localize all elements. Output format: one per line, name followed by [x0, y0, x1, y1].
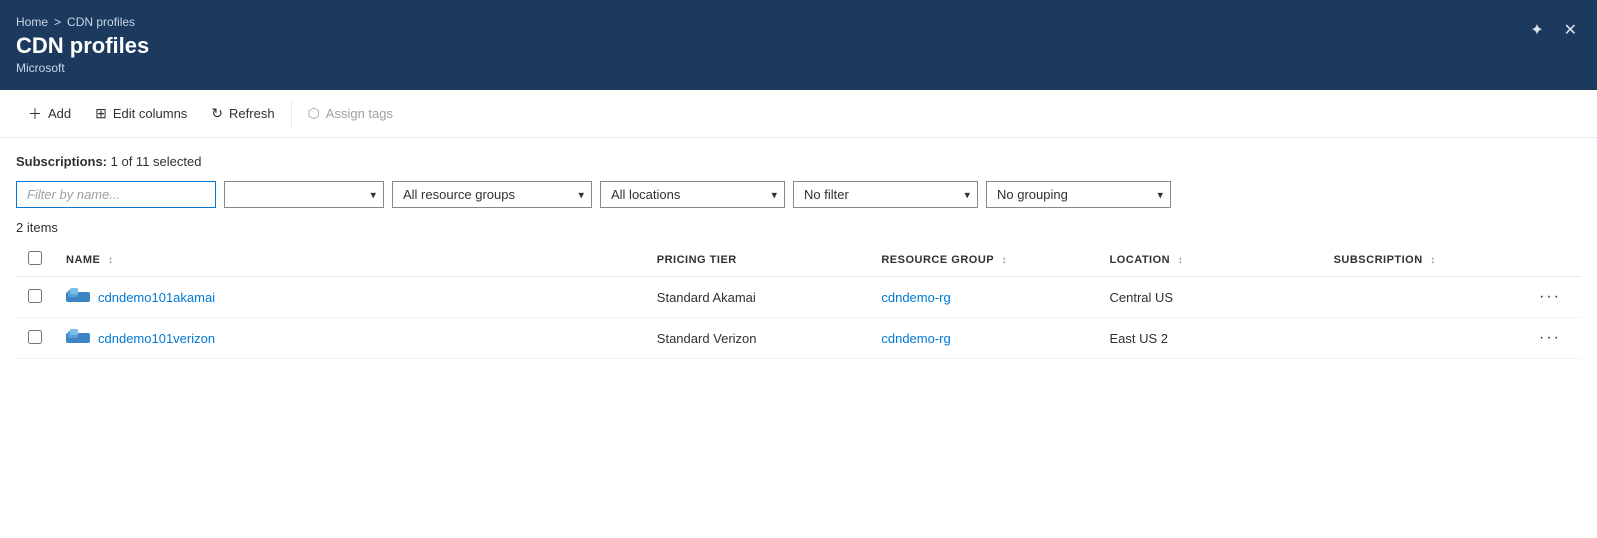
- row-rg-cell-1: cdndemo-rg: [869, 318, 1097, 359]
- row-pricing-cell-1: Standard Verizon: [645, 318, 870, 359]
- row-more-button-0[interactable]: ···: [1531, 287, 1569, 307]
- no-filter-wrapper: No filter ▾: [793, 181, 978, 208]
- no-grouping-wrapper: No grouping ▾: [986, 181, 1171, 208]
- table-header-row: NAME ↕ PRICING TIER RESOURCE GROUP ↕ LOC…: [16, 243, 1581, 277]
- rg-sort-icon[interactable]: ↕: [1001, 255, 1007, 266]
- main-content: Subscriptions: 1 of 11 selected ▾ All re…: [0, 138, 1597, 538]
- cdn-profiles-table: NAME ↕ PRICING TIER RESOURCE GROUP ↕ LOC…: [16, 243, 1581, 359]
- refresh-icon: ↻: [211, 105, 223, 122]
- row-checkbox-cell-0: [16, 277, 54, 318]
- row-more-cell-1: ···: [1519, 318, 1581, 359]
- row-name-link-1[interactable]: cdndemo101verizon: [98, 331, 215, 346]
- row-name-cell-1: cdndemo101verizon: [54, 318, 645, 359]
- subscriptions-value: 1 of 11 selected: [111, 154, 202, 169]
- subscription-filter[interactable]: [224, 181, 384, 208]
- items-count: 2 items: [16, 220, 1581, 235]
- page-header: Home > CDN profiles CDN profiles Microso…: [0, 0, 1597, 90]
- assign-tags-label: Assign tags: [326, 106, 393, 121]
- toolbar-separator: [291, 100, 292, 128]
- breadcrumb-separator: >: [54, 15, 61, 29]
- col-header-name: NAME ↕: [54, 243, 645, 277]
- breadcrumb-current: CDN profiles: [67, 15, 135, 29]
- row-checkbox-cell-1: [16, 318, 54, 359]
- cdn-icon-1: [66, 329, 90, 347]
- col-header-more: [1519, 243, 1581, 277]
- table-row: cdndemo101verizon Standard Verizon cdnde…: [16, 318, 1581, 359]
- subscriptions-info: Subscriptions: 1 of 11 selected: [16, 154, 1581, 169]
- tag-icon: ⬡: [308, 105, 320, 122]
- row-subscription-cell-1: [1322, 318, 1519, 359]
- select-all-cell: [16, 243, 54, 277]
- edit-columns-button[interactable]: ⊞ Edit columns: [83, 99, 199, 128]
- sub-sort-icon[interactable]: ↕: [1430, 255, 1436, 266]
- filter-by-name-input[interactable]: [16, 181, 216, 208]
- col-header-subscription: SUBSCRIPTION ↕: [1322, 243, 1519, 277]
- header-action-buttons: ✦ ✕: [1526, 16, 1581, 44]
- location-filter[interactable]: All locations: [600, 181, 785, 208]
- add-button[interactable]: ＋ Add: [16, 98, 83, 130]
- page-subtitle: Microsoft: [16, 61, 1581, 75]
- row-name-cell-0: cdndemo101akamai: [54, 277, 645, 318]
- edit-columns-label: Edit columns: [113, 106, 187, 121]
- cdn-profile-icon: [66, 329, 90, 347]
- select-all-checkbox[interactable]: [28, 251, 42, 265]
- row-more-cell-0: ···: [1519, 277, 1581, 318]
- row-rg-link-0[interactable]: cdndemo-rg: [881, 290, 950, 305]
- resource-group-filter[interactable]: All resource groups: [392, 181, 592, 208]
- refresh-label: Refresh: [229, 106, 275, 121]
- col-header-resource-group: RESOURCE GROUP ↕: [869, 243, 1097, 277]
- breadcrumb: Home > CDN profiles: [16, 15, 1581, 29]
- no-filter-select[interactable]: No filter: [793, 181, 978, 208]
- row-location-cell-0: Central US: [1097, 277, 1321, 318]
- subscription-filter-wrapper: ▾: [224, 181, 384, 208]
- row-subscription-cell-0: [1322, 277, 1519, 318]
- breadcrumb-home[interactable]: Home: [16, 15, 48, 29]
- table-row: cdndemo101akamai Standard Akamai cdndemo…: [16, 277, 1581, 318]
- loc-sort-icon[interactable]: ↕: [1178, 255, 1184, 266]
- refresh-button[interactable]: ↻ Refresh: [199, 99, 286, 128]
- row-rg-link-1[interactable]: cdndemo-rg: [881, 331, 950, 346]
- row-rg-cell-0: cdndemo-rg: [869, 277, 1097, 318]
- row-location-cell-1: East US 2: [1097, 318, 1321, 359]
- row-checkbox-0[interactable]: [28, 289, 42, 303]
- close-button[interactable]: ✕: [1560, 16, 1581, 44]
- pin-button[interactable]: ✦: [1526, 16, 1547, 44]
- resource-group-filter-wrapper: All resource groups ▾: [392, 181, 592, 208]
- no-grouping-select[interactable]: No grouping: [986, 181, 1171, 208]
- row-more-button-1[interactable]: ···: [1531, 328, 1569, 348]
- cdn-profile-icon: [66, 288, 90, 306]
- add-label: Add: [48, 106, 71, 121]
- row-name-link-0[interactable]: cdndemo101akamai: [98, 290, 215, 305]
- assign-tags-button[interactable]: ⬡ Assign tags: [296, 99, 405, 128]
- add-icon: ＋: [28, 104, 42, 124]
- filters-row: ▾ All resource groups ▾ All locations ▾ …: [16, 181, 1581, 208]
- name-sort-icon[interactable]: ↕: [108, 255, 114, 266]
- cdn-icon-0: [66, 288, 90, 306]
- toolbar: ＋ Add ⊞ Edit columns ↻ Refresh ⬡ Assign …: [0, 90, 1597, 138]
- location-filter-wrapper: All locations ▾: [600, 181, 785, 208]
- col-header-pricing: PRICING TIER: [645, 243, 870, 277]
- subscriptions-label-text: Subscriptions:: [16, 154, 107, 169]
- row-pricing-cell-0: Standard Akamai: [645, 277, 870, 318]
- columns-icon: ⊞: [95, 105, 107, 122]
- col-header-location: LOCATION ↕: [1097, 243, 1321, 277]
- row-checkbox-1[interactable]: [28, 330, 42, 344]
- page-title: CDN profiles: [16, 33, 1581, 59]
